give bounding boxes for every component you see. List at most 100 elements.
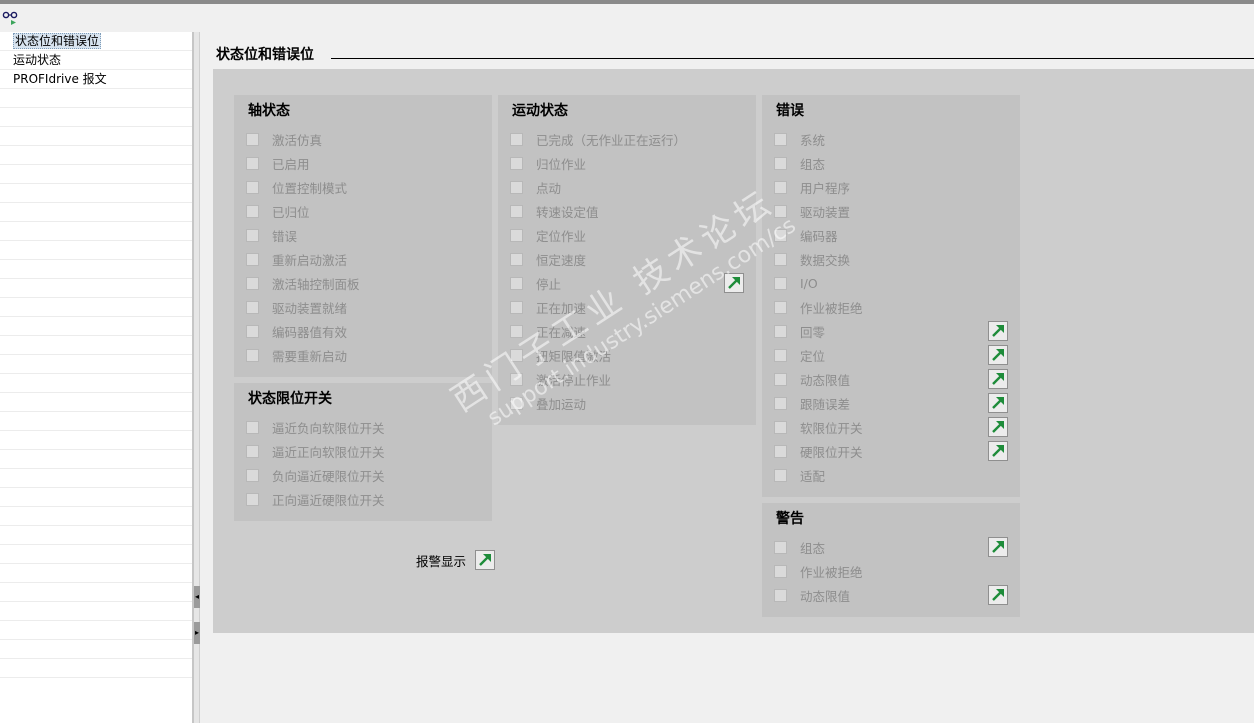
status-item: 已启用 [246,153,310,173]
main-content: 状态位和错误位 轴状态 激活仿真 已启用 位置控制模式 已归位 错误 重新启动激… [201,32,1254,723]
status-item: 软限位开关 [774,417,863,437]
expand-right-icon[interactable]: ▸ [194,622,200,644]
status-label: 定位 [800,348,826,364]
status-checkbox [246,228,259,242]
status-checkbox [246,492,259,506]
status-label: 定位作业 [536,228,587,244]
status-label: 重新启动激活 [272,252,348,268]
status-checkbox [774,348,787,362]
jump-arrow-icon[interactable] [988,441,1008,461]
status-checkbox [774,396,787,410]
jump-arrow-icon[interactable] [988,393,1008,413]
status-label: 停止 [536,276,562,292]
status-item: 转速设定值 [510,201,599,221]
status-label: 组态 [800,540,826,556]
status-label: 编码器 [800,228,838,244]
status-label: 作业被拒绝 [800,300,863,316]
jump-arrow-icon[interactable] [988,417,1008,437]
status-label: 逼近正向软限位开关 [272,444,385,460]
status-label: 错误 [272,228,298,244]
axis-status-group: 轴状态 激活仿真 已启用 位置控制模式 已归位 错误 重新启动激活 激活轴控制面… [234,95,492,377]
status-checkbox [246,444,259,458]
title-divider [331,58,1254,59]
status-checkbox [246,276,259,290]
status-label: 激活轴控制面板 [272,276,360,292]
status-label: 正在减速 [536,324,587,340]
status-label: 作业被拒绝 [800,564,863,580]
status-item: 需要重新启动 [246,345,347,365]
nav-item-profidrive-telegram[interactable]: PROFIdrive 报文 [0,70,192,89]
status-checkbox [774,468,787,482]
status-item: 停止 [510,273,561,293]
page-title: 状态位和错误位 [216,47,314,63]
jump-arrow-icon[interactable] [988,345,1008,365]
jump-arrow-icon[interactable] [475,550,496,570]
status-item: 数据交换 [774,249,850,269]
status-label: 用户程序 [800,180,851,196]
status-label: 系统 [800,132,826,148]
status-label: 跟随误差 [800,396,851,412]
status-checkbox [510,180,523,194]
collapse-left-icon[interactable]: ◂ [194,586,200,608]
status-item: 错误 [246,225,297,245]
status-label: 正向逼近硬限位开关 [272,492,385,508]
nav-item-label: 运动状态 [13,53,62,67]
toolbar [0,4,1254,32]
nav-item-status-error-bits[interactable]: 状态位和错误位 [0,32,192,51]
status-label: 转速设定值 [536,204,599,220]
status-checkbox [774,372,787,386]
splitter[interactable]: ◂ ▸ [194,32,200,723]
status-item: 用户程序 [774,177,850,197]
status-item: 动态限值 [774,369,850,389]
status-item: 回零 [774,321,825,341]
status-checkbox [774,588,787,602]
status-label: 激活停止作业 [536,372,612,388]
jump-arrow-icon[interactable] [988,537,1008,557]
status-checkbox [774,228,787,242]
status-checkbox [774,204,787,218]
status-label: 位置控制模式 [272,180,348,196]
status-item: 动态限值 [774,585,850,605]
status-checkbox [246,468,259,482]
status-item: 编码器 [774,225,838,245]
status-checkbox [774,444,787,458]
status-item: 定位 [774,345,825,365]
status-label: 已启用 [272,156,310,172]
status-label: 扭矩限值激活 [536,348,612,364]
status-checkbox [774,132,787,146]
warnings-group: 警告 组态 作业被拒绝 动态限值 [762,503,1020,617]
status-label: I/O [800,275,818,291]
monitor-glasses-icon[interactable] [2,10,20,26]
limit-switch-group: 状态限位开关 逼近负向软限位开关 逼近正向软限位开关 负向逼近硬限位开关 正向逼… [234,383,492,521]
status-item: 已完成（无作业正在运行） [510,129,686,149]
status-checkbox [774,420,787,434]
status-label: 动态限值 [800,372,851,388]
status-item: 激活仿真 [246,129,322,149]
status-checkbox [774,564,787,578]
jump-arrow-icon[interactable] [724,273,744,293]
status-label: 动态限值 [800,588,851,604]
nav-item-label: 状态位和错误位 [13,33,102,49]
status-checkbox [510,348,523,362]
status-label: 负向逼近硬限位开关 [272,468,385,484]
jump-arrow-icon[interactable] [988,369,1008,389]
status-item: 组态 [774,153,825,173]
status-item: 叠加运动 [510,393,586,413]
status-item: 适配 [774,465,825,485]
status-label: 需要重新启动 [272,348,348,364]
status-label: 点动 [536,180,562,196]
status-label: 激活仿真 [272,132,323,148]
status-item: 扭矩限值激活 [510,345,611,365]
jump-arrow-icon[interactable] [988,585,1008,605]
status-checkbox [246,420,259,434]
status-label: 驱动装置 [800,204,851,220]
nav-item-motion-status[interactable]: 运动状态 [0,51,192,70]
jump-arrow-icon[interactable] [988,321,1008,341]
status-label: 已完成（无作业正在运行） [536,132,687,148]
status-label: 叠加运动 [536,396,587,412]
status-item: 驱动装置 [774,201,850,221]
status-item: 定位作业 [510,225,586,245]
status-label: 编码器值有效 [272,324,348,340]
status-item: 作业被拒绝 [774,561,863,581]
status-checkbox [246,300,259,314]
